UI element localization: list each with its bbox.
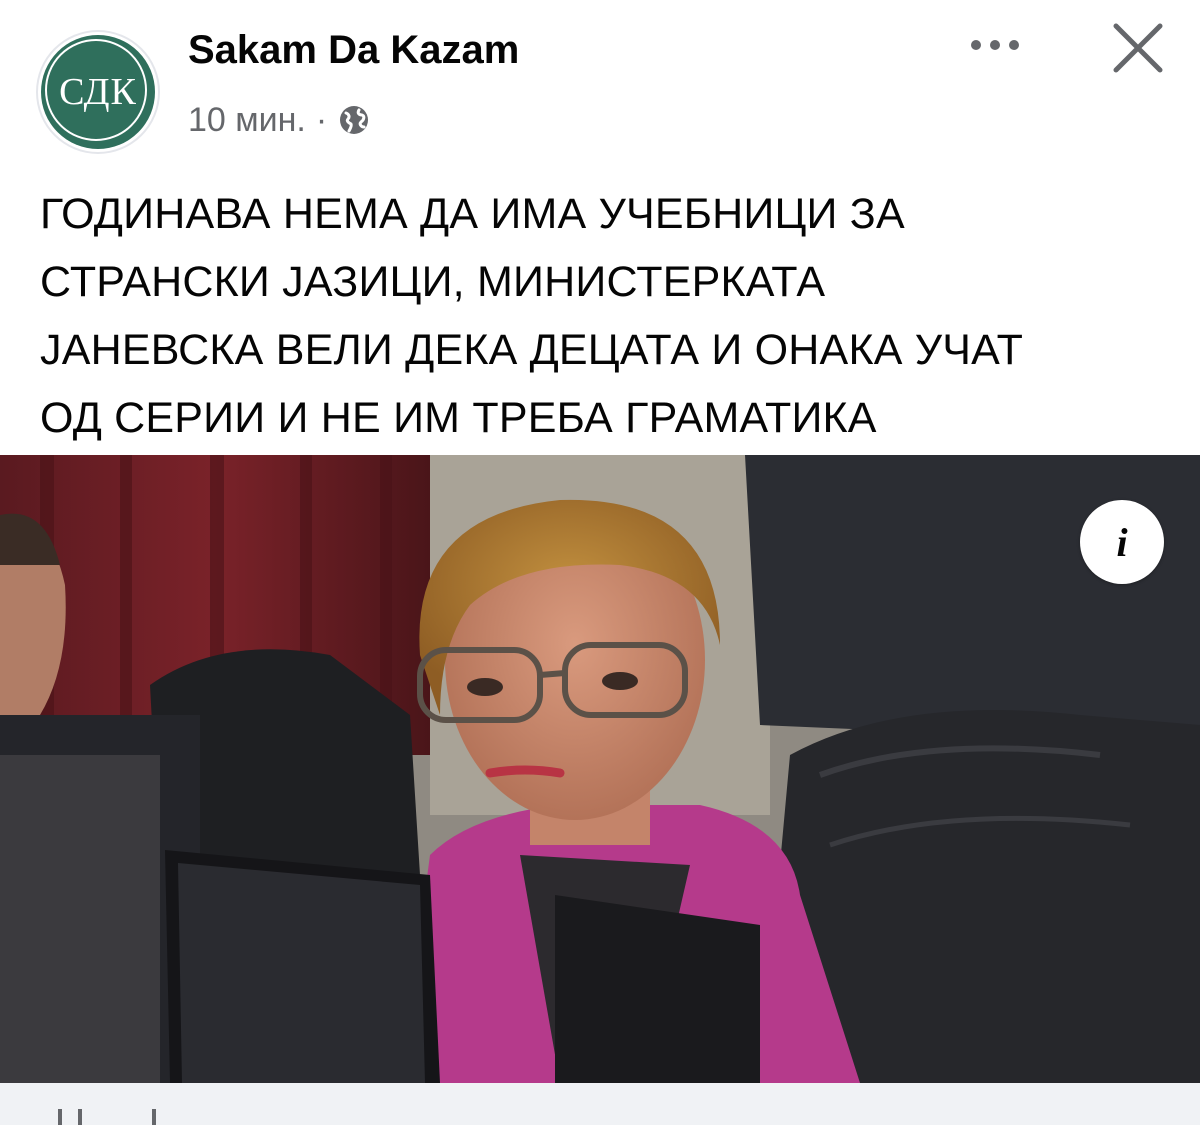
preview-text-fragment — [78, 1109, 82, 1125]
avatar[interactable]: СДК — [36, 30, 160, 154]
post-text-line: ЈАНЕВСКА ВЕЛИ ДЕКА ДЕЦАТА И ОНАКА УЧАТ — [40, 326, 1024, 374]
avatar-logo: СДК — [41, 35, 155, 149]
close-button[interactable] — [1100, 10, 1176, 86]
preview-text-fragment — [152, 1109, 156, 1125]
avatar-text: СДК — [59, 71, 137, 113]
photo-image — [0, 455, 1200, 1083]
more-dots-icon — [971, 40, 981, 50]
globe-icon — [337, 103, 371, 137]
preview-text-fragment — [58, 1109, 62, 1125]
post-header: СДК Sakam Da Kazam 10 мин. · — [0, 0, 1200, 160]
post-time[interactable]: 10 мин. — [188, 101, 306, 140]
info-icon: i — [1116, 519, 1128, 565]
post-text-line: ОД СЕРИИ И НЕ ИМ ТРЕБА ГРАМАТИКА — [40, 394, 877, 442]
post-photo[interactable] — [0, 455, 1200, 1083]
link-preview-footer[interactable] — [0, 1083, 1200, 1125]
post-text-line: СТРАНСКИ ЈАЗИЦИ, МИНИСТЕРКАТА — [40, 258, 826, 306]
close-icon — [1113, 23, 1163, 73]
post-meta: 10 мин. · — [188, 98, 371, 142]
info-button[interactable]: i — [1080, 500, 1164, 584]
page-name[interactable]: Sakam Da Kazam — [188, 28, 519, 73]
more-options-button[interactable] — [955, 20, 1035, 70]
meta-separator: · — [315, 100, 328, 139]
post-text-line: ГОДИНАВА НЕМА ДА ИМА УЧЕБНИЦИ ЗА — [40, 190, 905, 238]
more-dot — [1009, 40, 1019, 50]
post-text: ГОДИНАВА НЕМА ДА ИМА УЧЕБНИЦИ ЗА СТРАНСК… — [40, 180, 1170, 452]
more-dot — [990, 40, 1000, 50]
